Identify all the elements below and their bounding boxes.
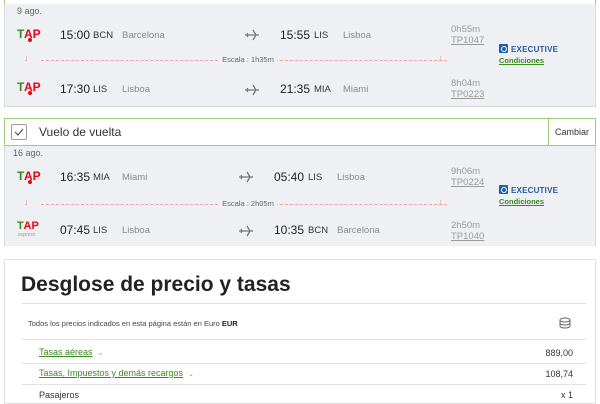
leg3-dep-time: 16:35 — [60, 170, 91, 184]
leg1-dep-code: BCN — [93, 30, 114, 41]
currency-note-text: Todos los precios indicados en esta pági… — [28, 319, 220, 328]
leg3-duration: 9h06m — [451, 166, 481, 177]
divider — [21, 363, 587, 364]
arrow-down-icon: ↓ — [438, 197, 443, 207]
chevron-down-icon: ⌄ — [97, 350, 104, 357]
leg4-arr-city: Barcelona — [337, 225, 380, 236]
leg1-arr-city: Lisboa — [343, 30, 371, 41]
tap-logo: T AP — [17, 26, 41, 48]
inbound-panel: 16 ago. T AP 16:35 MIA Miami 05:40 LIS Li… — [4, 146, 596, 246]
outbound-panel: 9 ago. T AP 15:00 BCN Barcelona 15:55 LIS… — [4, 4, 596, 106]
inbound-date: 16 ago. — [13, 148, 44, 158]
divider — [21, 384, 587, 385]
leg2-arr-city: Miami — [343, 84, 369, 95]
leg2-dep-time: 17:30 — [60, 82, 91, 96]
inbound-conditions-link[interactable]: Condiciones — [499, 197, 544, 206]
coins-icon[interactable] — [557, 315, 573, 331]
svg-text:AP: AP — [24, 27, 41, 41]
arrow-down-icon: ↓ — [438, 53, 443, 63]
leg2-arr-time: 21:35 — [280, 82, 311, 96]
leg3-arr-city: Lisboa — [337, 172, 365, 183]
leg4-flight-number[interactable]: TP1040 — [451, 231, 484, 242]
leg4-dep-city: Lisboa — [122, 225, 150, 236]
return-checkbox[interactable] — [11, 124, 27, 140]
leg1-arr-code: LIS — [314, 30, 329, 41]
leg3-dep-city: Miami — [122, 172, 148, 183]
leg2-dep-code: LIS — [93, 84, 108, 95]
executive-icon — [499, 185, 508, 194]
passengers-label: Pasajeros — [39, 390, 80, 400]
leg4-arr-time: 10:35 — [274, 223, 305, 237]
express-label: express — [18, 232, 36, 238]
price-row-air-fare[interactable]: Tasas aéreas ⌄ — [39, 347, 103, 357]
leg1-dep-city: Barcelona — [122, 30, 165, 41]
leg1-dep-time: 15:00 — [60, 28, 91, 42]
leg4-dep-code: LIS — [93, 225, 108, 236]
plane-icon — [244, 83, 260, 97]
inbound-cabin: EXECUTIVE — [499, 185, 558, 195]
taxes-amount: 108,74 — [545, 369, 573, 379]
change-button[interactable]: Cambiar — [548, 119, 595, 145]
outbound-cabin: EXECUTIVE — [499, 44, 558, 54]
leg3-arr-time: 05:40 — [274, 170, 305, 184]
divider — [4, 106, 596, 107]
inbound-cabin-label: EXECUTIVE — [511, 186, 559, 195]
leg2-arr-code: MIA — [314, 84, 331, 95]
air-fare-label: Tasas aéreas — [39, 347, 93, 357]
plane-icon — [244, 28, 260, 42]
arrow-down-icon: ↓ — [24, 53, 29, 63]
outbound-layover: Escala : 1h35m — [219, 55, 277, 64]
inbound-layover: Escala : 2h05m — [219, 199, 277, 208]
outbound-cabin-label: EXECUTIVE — [511, 45, 559, 54]
taxes-label: Tasas, Impuestos y demás recargos — [39, 368, 184, 378]
leg3-flight-number[interactable]: TP0224 — [451, 177, 484, 188]
return-flight-header: Vuelo de vuelta Cambiar — [4, 118, 596, 146]
leg2-flight-number[interactable]: TP0223 — [451, 89, 484, 100]
price-title: Desglose de precio y tasas — [21, 273, 291, 296]
passengers-count: x 1 — [560, 390, 573, 400]
leg4-arr-code: BCN — [308, 225, 329, 236]
currency-note: Todos los precios indicados en esta pági… — [28, 319, 238, 328]
divider — [21, 339, 587, 340]
leg1-duration: 0h55m — [451, 24, 481, 35]
leg1-arr-time: 15:55 — [280, 28, 311, 42]
leg2-duration: 8h04m — [451, 78, 481, 89]
svg-text:AP: AP — [24, 80, 41, 94]
leg3-dep-code: MIA — [93, 172, 110, 183]
leg4-duration: 2h50m — [451, 220, 481, 231]
leg1-flight-number[interactable]: TP1047 — [451, 35, 484, 46]
executive-icon — [499, 44, 508, 53]
outbound-date: 9 ago. — [17, 6, 43, 16]
leg4-dep-time: 07:45 — [60, 223, 91, 237]
tap-logo: T AP — [17, 168, 41, 190]
tap-express-logo: T AP express — [17, 218, 41, 240]
tap-logo: T AP — [17, 79, 41, 101]
svg-text:AP: AP — [24, 169, 41, 183]
price-row-taxes[interactable]: Tasas, Impuestos y demás recargos ⌄ — [39, 368, 194, 378]
outbound-conditions-link[interactable]: Condiciones — [499, 56, 544, 65]
divider — [21, 303, 587, 304]
svg-text:AP: AP — [24, 220, 39, 232]
plane-icon — [238, 170, 254, 184]
return-label: Vuelo de vuelta — [39, 125, 122, 139]
arrow-down-icon: ↓ — [24, 197, 29, 207]
leg3-arr-code: LIS — [308, 172, 323, 183]
plane-icon — [238, 224, 254, 238]
leg2-dep-city: Lisboa — [122, 84, 150, 95]
check-icon — [14, 128, 24, 136]
chevron-down-icon: ⌄ — [188, 371, 194, 378]
air-fare-amount: 889,00 — [545, 348, 573, 358]
price-breakdown-card: Desglose de precio y tasas Todos los pre… — [4, 259, 596, 404]
currency-code: EUR — [221, 319, 238, 328]
